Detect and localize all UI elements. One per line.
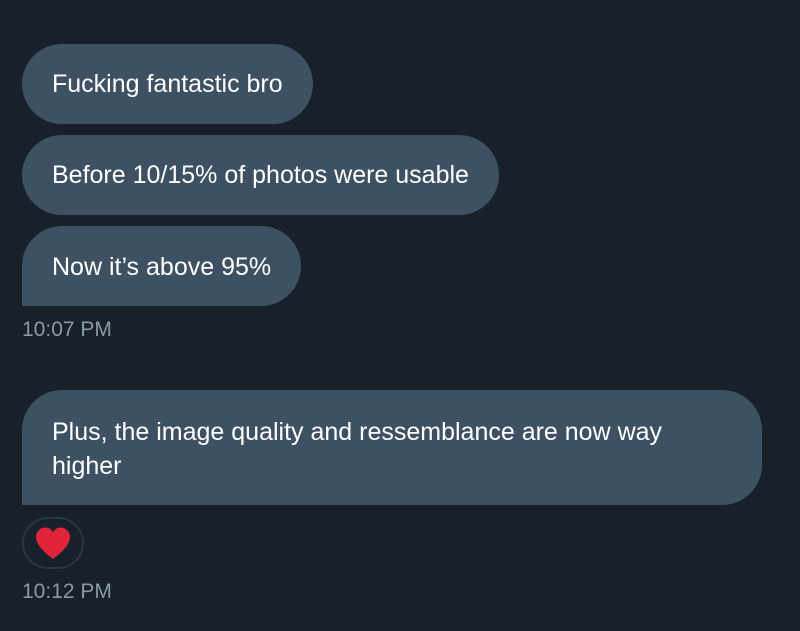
message-text: Fucking fantastic bro (52, 70, 283, 98)
reaction-badge[interactable] (22, 517, 84, 569)
message-timestamp: 10:12 PM (22, 580, 112, 603)
message-text: Now it’s above 95% (52, 253, 272, 281)
dm-conversation-thread: Fucking fantastic bro Before 10/15% of p… (0, 0, 800, 631)
message-bubble[interactable]: Plus, the image quality and ressemblance… (22, 390, 762, 505)
message-timestamp: 10:07 PM (22, 318, 112, 341)
message-bubble[interactable]: Before 10/15% of photos were usable (22, 135, 499, 215)
message-bubble[interactable]: Now it’s above 95% (22, 226, 302, 306)
message-bubble[interactable]: Fucking fantastic bro (22, 44, 313, 124)
message-text: Plus, the image quality and ressemblance… (52, 418, 663, 480)
message-text: Before 10/15% of photos were usable (52, 161, 469, 189)
red-heart-icon (36, 527, 70, 559)
